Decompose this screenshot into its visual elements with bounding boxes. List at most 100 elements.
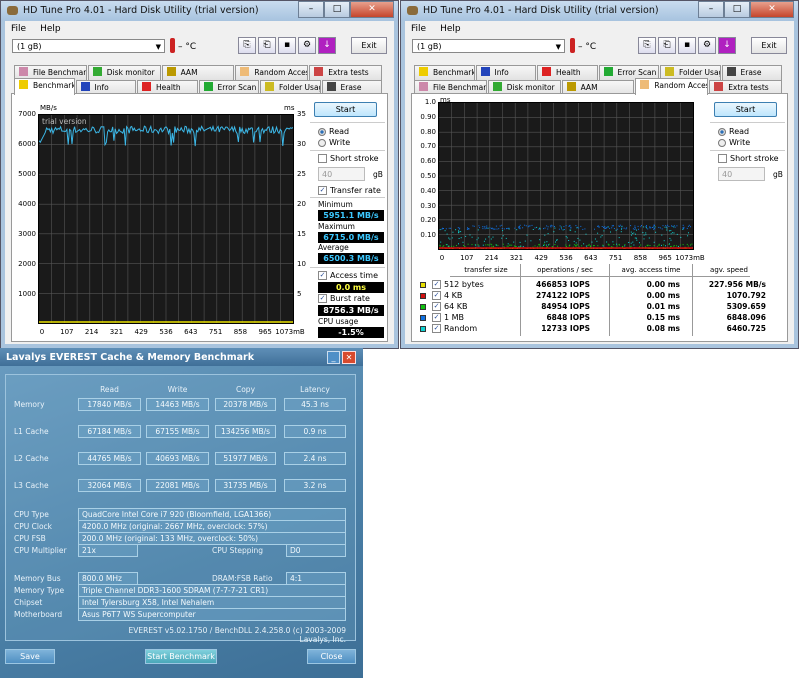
- data-point: [559, 225, 561, 227]
- data-point: [580, 225, 582, 227]
- data-point: [565, 246, 567, 247]
- close-dialog-button[interactable]: Close: [307, 649, 356, 664]
- menu-file[interactable]: File: [11, 24, 26, 34]
- access-time-checkbox[interactable]: ✓ Access time: [318, 271, 378, 280]
- minimize-button[interactable]: –: [298, 1, 324, 18]
- data-point: [597, 225, 599, 227]
- exit-button[interactable]: Exit: [351, 37, 387, 54]
- data-point: [653, 228, 654, 230]
- write-radio[interactable]: Write: [718, 138, 750, 147]
- drive-select[interactable]: (1 gB) ▼: [412, 39, 565, 53]
- options-button[interactable]: ⚙: [698, 37, 716, 54]
- copy-text-button[interactable]: ⎘: [638, 37, 656, 54]
- series-checkbox-4-kb[interactable]: ✓ 4 KB: [432, 291, 462, 300]
- series-checkbox-512-bytes[interactable]: ✓ 512 bytes: [432, 280, 484, 289]
- read-radio[interactable]: Read: [318, 127, 349, 136]
- column-divider: [692, 264, 693, 336]
- data-point: [673, 226, 675, 228]
- data-point: [673, 245, 675, 246]
- data-point: [485, 244, 487, 246]
- data-point: [457, 227, 459, 229]
- series-checkbox-64-kb[interactable]: ✓ 64 KB: [432, 302, 467, 311]
- tab-label: Info: [494, 68, 509, 77]
- close-button[interactable]: ✕: [350, 1, 394, 18]
- burst-rate-checkbox[interactable]: ✓ Burst rate: [318, 294, 370, 303]
- column-header-agv-speed: agv. speed: [710, 266, 748, 274]
- close-button[interactable]: ✕: [342, 351, 356, 364]
- minimize-button[interactable]: –: [698, 1, 724, 18]
- data-point: [687, 235, 689, 237]
- speed-value: 6848.096: [726, 313, 766, 322]
- data-point: [604, 226, 606, 228]
- copy-screenshot-button[interactable]: ⎗: [658, 37, 676, 54]
- exit-button[interactable]: Exit: [751, 37, 787, 54]
- data-point: [656, 245, 658, 247]
- tab-health[interactable]: Health: [537, 65, 598, 80]
- maximize-button[interactable]: □: [324, 1, 350, 18]
- data-point: [618, 225, 620, 227]
- drive-select[interactable]: (1 gB) ▼: [12, 39, 165, 53]
- client-area: File Help (1 gB) ▼ – °C ⎘ ⎗ ▪ ⚙ ↓ Exit Fi…: [5, 21, 394, 344]
- data-point: [583, 243, 585, 245]
- transfer-rate-checkbox[interactable]: ✓ Transfer rate: [318, 186, 381, 195]
- maximize-button[interactable]: □: [724, 1, 750, 18]
- row-label-memory: Memory: [14, 400, 45, 409]
- data-point: [673, 225, 675, 227]
- start-benchmark-button[interactable]: Start Benchmark: [145, 649, 217, 664]
- copy-text-button[interactable]: ⎘: [238, 37, 256, 54]
- data-point: [670, 239, 672, 241]
- start-button[interactable]: Start: [314, 102, 377, 117]
- tab-erase[interactable]: Erase: [721, 65, 782, 80]
- tab-benchmark[interactable]: Benchmark: [414, 65, 475, 80]
- data-point: [630, 242, 632, 244]
- download-icon[interactable]: ↓: [318, 37, 336, 54]
- save-icon[interactable]: ▪: [678, 37, 696, 54]
- save-icon[interactable]: ▪: [278, 37, 296, 54]
- short-stroke-input[interactable]: 40: [318, 167, 365, 181]
- y2-tick-label: 30: [297, 140, 306, 148]
- close-button[interactable]: ✕: [750, 1, 794, 18]
- tab-random-access[interactable]: Random Access: [635, 78, 709, 95]
- menu-file[interactable]: File: [411, 24, 426, 34]
- short-stroke-input[interactable]: 40: [718, 167, 765, 181]
- menu-help[interactable]: Help: [440, 24, 461, 34]
- data-point: [565, 244, 567, 246]
- copy-screenshot-button[interactable]: ⎗: [258, 37, 276, 54]
- start-button[interactable]: Start: [714, 102, 777, 117]
- series-checkbox-random[interactable]: ✓ Random: [432, 324, 477, 333]
- data-point: [465, 235, 467, 237]
- data-point: [548, 244, 549, 246]
- minimize-button[interactable]: _: [327, 351, 340, 364]
- short-stroke-checkbox[interactable]: Short stroke: [318, 154, 379, 163]
- data-point: [568, 225, 570, 227]
- data-point: [458, 238, 460, 239]
- series-checkbox-1-mb[interactable]: ✓ 1 MB: [432, 313, 464, 322]
- data-point: [547, 228, 549, 230]
- tab-aam[interactable]: AAM: [161, 65, 235, 80]
- save-button[interactable]: Save: [5, 649, 55, 664]
- tab-random-access[interactable]: Random Access: [235, 65, 309, 80]
- menu-help[interactable]: Help: [40, 24, 61, 34]
- data-point: [578, 227, 580, 229]
- read-radio[interactable]: Read: [718, 127, 749, 136]
- tab-label: Disk monitor: [506, 83, 555, 92]
- short-stroke-checkbox[interactable]: Short stroke: [718, 154, 779, 163]
- data-point: [667, 224, 669, 226]
- data-point: [682, 228, 684, 230]
- options-button[interactable]: ⚙: [298, 37, 316, 54]
- data-point: [488, 244, 490, 246]
- operations-value: 84954 IOPS: [541, 302, 590, 311]
- checkbox-check-icon: ✓: [432, 280, 441, 289]
- data-point: [602, 245, 604, 247]
- tab-benchmark[interactable]: Benchmark: [14, 78, 75, 95]
- download-icon[interactable]: ↓: [718, 37, 736, 54]
- window-title: Lavalys EVEREST Cache & Memory Benchmark: [0, 348, 363, 366]
- write-radio[interactable]: Write: [318, 138, 350, 147]
- memory-type-label: Memory Type: [14, 586, 65, 595]
- data-point: [460, 237, 462, 239]
- tab-disk-monitor[interactable]: Disk monitor: [87, 65, 161, 80]
- minimum-label: Minimum: [318, 200, 353, 209]
- y2-tick-label: 5: [297, 290, 302, 298]
- tab-info[interactable]: Info: [475, 65, 536, 80]
- tab-extra-tests[interactable]: Extra tests: [309, 65, 382, 80]
